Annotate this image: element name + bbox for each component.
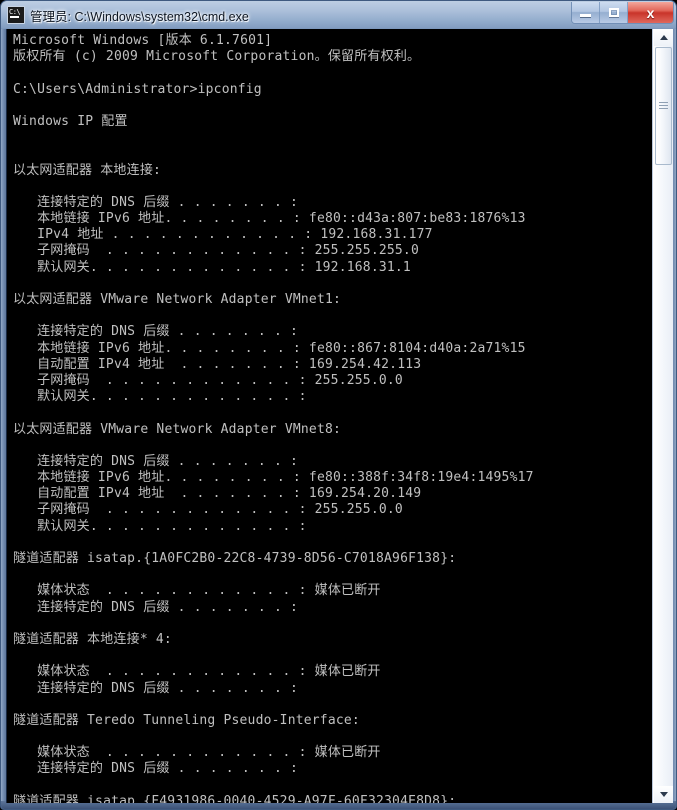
console-line: 默认网关. . . . . . . . . . . . . : 192.168.… <box>13 259 411 275</box>
scroll-up-arrow[interactable] <box>654 29 673 46</box>
console-line: 媒体状态 . . . . . . . . . . . . : 媒体已断开 <box>13 583 381 599</box>
console-line: 自动配置 IPv4 地址 . . . . . . . : 169.254.42.… <box>13 356 422 372</box>
title-bar[interactable]: 管理员: C:\Windows\system32\cmd.exe x <box>1 1 676 29</box>
minimize-button[interactable] <box>572 2 600 23</box>
console-line: 版权所有 (c) 2009 Microsoft Corporation。保留所有… <box>13 49 421 65</box>
console-line: C:\Users\Administrator>ipconfig <box>13 81 262 97</box>
triangle-down-icon <box>659 792 668 797</box>
window-title: 管理员: C:\Windows\system32\cmd.exe <box>30 9 249 24</box>
console-line: 以太网适配器 VMware Network Adapter VMnet1: <box>13 292 342 307</box>
maximize-icon <box>608 8 619 17</box>
console-line: 隧道适配器 isatap.{F4931986-0040-4529-A97F-60… <box>13 793 457 803</box>
cmd-console-icon <box>7 6 25 24</box>
window-controls: x <box>571 2 674 24</box>
triangle-up-icon <box>659 35 668 40</box>
console-line: 默认网关. . . . . . . . . . . . . : <box>13 389 307 405</box>
vertical-scrollbar[interactable] <box>652 29 673 803</box>
console-line: 连接特定的 DNS 后缀 . . . . . . . : <box>13 324 299 340</box>
cmd-window: 管理员: C:\Windows\system32\cmd.exe x Micro… <box>0 0 677 810</box>
console-line: Windows IP 配置 <box>13 113 128 129</box>
scroll-down-arrow[interactable] <box>654 786 673 803</box>
console-line: 连接特定的 DNS 后缀 . . . . . . . : <box>13 194 299 210</box>
scrollbar-grip-icon <box>659 102 668 110</box>
console-line: 隧道适配器 Teredo Tunneling Pseudo-Interface: <box>13 712 360 728</box>
console-line: 自动配置 IPv4 地址 . . . . . . . : 169.254.20.… <box>13 486 422 502</box>
console-line: IPv4 地址 . . . . . . . . . . . . : 192.16… <box>13 227 433 243</box>
console-line: 本地链接 IPv6 地址. . . . . . . . : fe80::867:… <box>13 340 526 356</box>
close-button[interactable]: x <box>628 2 673 23</box>
console-line: 连接特定的 DNS 后缀 . . . . . . . : <box>13 680 299 696</box>
close-icon: x <box>646 4 655 21</box>
console-line: 本地链接 IPv6 地址. . . . . . . . : fe80::388f… <box>13 470 534 486</box>
console-line: 连接特定的 DNS 后缀 . . . . . . . : <box>13 599 299 615</box>
console-line: 隧道适配器 本地连接* 4: <box>13 631 172 647</box>
console-line: 连接特定的 DNS 后缀 . . . . . . . : <box>13 761 299 777</box>
console-line: 隧道适配器 isatap.{1A0FC2B0-22C8-4739-8D56-C7… <box>13 551 457 566</box>
console-line: 子网掩码 . . . . . . . . . . . . : 255.255.0… <box>13 372 403 388</box>
console-line: 媒体状态 . . . . . . . . . . . . : 媒体已断开 <box>13 664 381 680</box>
minimize-icon <box>580 13 591 17</box>
console-line: 本地链接 IPv6 地址. . . . . . . . : fe80::d43a… <box>13 211 526 227</box>
console-line: 以太网适配器 本地连接: <box>13 162 162 178</box>
console-client-area[interactable]: Microsoft Windows [版本 6.1.7601] 版权所有 (c) … <box>6 29 673 803</box>
console-line: 以太网适配器 VMware Network Adapter VMnet8: <box>13 421 342 437</box>
console-line: 默认网关. . . . . . . . . . . . . : <box>13 518 307 534</box>
console-output: Microsoft Windows [版本 6.1.7601] 版权所有 (c) … <box>7 29 652 803</box>
console-line: 子网掩码 . . . . . . . . . . . . : 255.255.0… <box>13 502 403 518</box>
scroll-thumb[interactable] <box>655 47 672 165</box>
console-line: Microsoft Windows [版本 6.1.7601] <box>13 33 273 48</box>
console-line: 连接特定的 DNS 后缀 . . . . . . . : <box>13 453 299 469</box>
console-line: 子网掩码 . . . . . . . . . . . . : 255.255.2… <box>13 243 419 259</box>
console-line: 媒体状态 . . . . . . . . . . . . : 媒体已断开 <box>13 745 381 761</box>
maximize-button[interactable] <box>600 2 628 23</box>
